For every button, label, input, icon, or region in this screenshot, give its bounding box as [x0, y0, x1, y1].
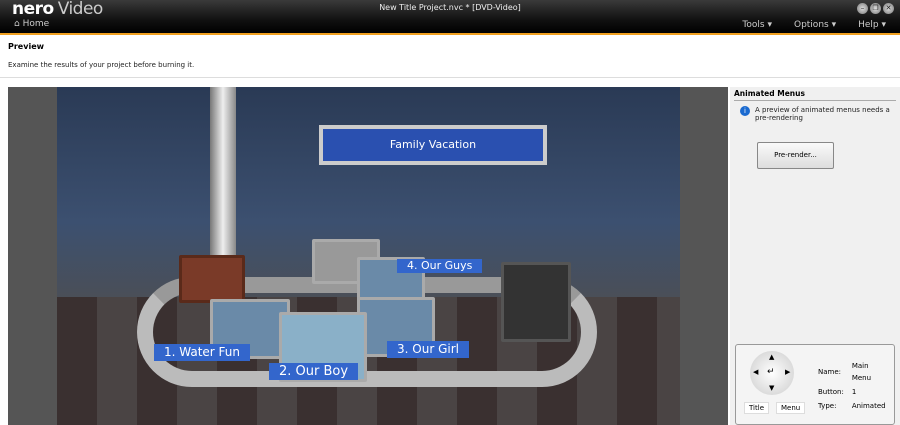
title-button[interactable]: Title — [744, 402, 770, 414]
menu-button[interactable]: Menu — [776, 402, 806, 414]
menu-button-water-fun[interactable]: 1. Water Fun — [154, 344, 251, 361]
arrow-right-icon[interactable]: ▶ — [785, 368, 790, 376]
enter-icon[interactable]: ↵ — [767, 367, 775, 377]
menu-button-our-guys[interactable]: 4. Our Guys — [397, 259, 483, 273]
menu-preview-image: Family Vacation 1. Water Fun 2. Our Boy … — [57, 87, 680, 425]
remote-control: ▲ ▼ ◀ ▶ ↵ Name: Main Menu Button: 1 Type: A… — [735, 344, 895, 425]
menu-tools[interactable]: Tools ▾ — [742, 20, 772, 30]
title-bar: nero Video ⌂ Home New Title Project.nvc *… — [0, 0, 900, 35]
page-title: Preview — [8, 42, 45, 51]
menu-title-sign: Family Vacation — [319, 125, 547, 165]
menu-options[interactable]: Options ▾ — [794, 20, 836, 30]
menu-info: Name: Main Menu Button: 1 Type: Animated — [818, 362, 886, 410]
arrow-down-icon[interactable]: ▼ — [769, 384, 774, 392]
home-button[interactable]: ⌂ Home — [14, 19, 49, 29]
prerender-button[interactable]: Pre-render... — [757, 142, 834, 169]
navigation-pad[interactable]: ▲ ▼ ◀ ▶ ↵ — [750, 351, 794, 395]
menu-help[interactable]: Help ▾ — [858, 20, 886, 30]
animated-menus-panel: Animated Menus i A preview of animated me… — [730, 87, 900, 425]
window-title: New Title Project.nvc * [DVD-Video] — [379, 3, 521, 12]
close-icon[interactable]: ✕ — [883, 3, 894, 14]
arrow-left-icon[interactable]: ◀ — [753, 368, 758, 376]
info-icon: i — [740, 106, 750, 116]
arrow-up-icon[interactable]: ▲ — [769, 353, 774, 361]
menu-button-our-girl[interactable]: 3. Our Girl — [387, 341, 469, 358]
restore-icon[interactable]: ❐ — [870, 3, 881, 14]
menu-button-our-boy[interactable]: 2. Our Boy — [269, 363, 359, 380]
preview-area: Family Vacation 1. Water Fun 2. Our Boy … — [8, 87, 728, 425]
page-description: Examine the results of your project befo… — [8, 61, 195, 69]
minimize-icon[interactable]: – — [857, 3, 868, 14]
panel-title: Animated Menus — [734, 89, 896, 101]
info-text: A preview of animated menus needs a pre-… — [755, 106, 890, 122]
divider — [0, 77, 900, 78]
